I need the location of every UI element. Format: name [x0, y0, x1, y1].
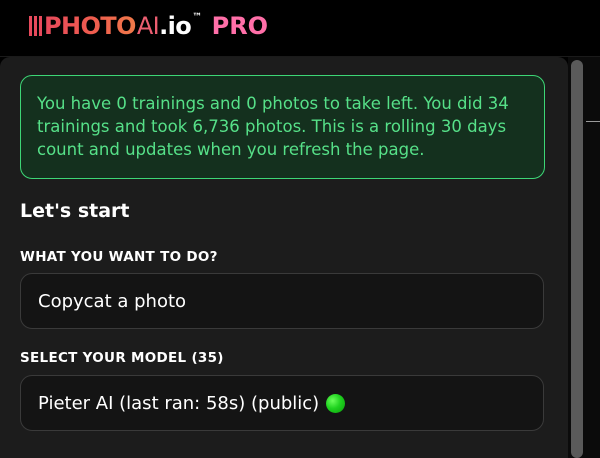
logo-domain-text: .io	[159, 12, 192, 40]
green-dot-icon	[326, 393, 346, 413]
model-select-value: Pieter AI (last ran: 58s) (public)	[38, 392, 320, 414]
logo-bars-icon	[29, 16, 42, 36]
logo-trademark: ™	[192, 11, 202, 23]
main-panel: You have 0 trainings and 0 photos to tak…	[0, 57, 568, 458]
logo-photo-text: PHOTO	[44, 12, 136, 40]
top-bar: PHOTO AI .io ™ PRO	[0, 0, 600, 57]
action-select[interactable]: Copycat a photo	[20, 273, 544, 329]
photoai-logo[interactable]: PHOTO AI .io ™ PRO	[29, 9, 268, 43]
action-label: WHAT YOU WANT TO DO?	[20, 249, 218, 265]
section-title: Let's start	[20, 200, 130, 222]
model-select[interactable]: Pieter AI (last ran: 58s) (public)	[20, 375, 544, 431]
scrollbar-thumb[interactable]	[571, 60, 583, 458]
model-label: SELECT YOUR MODEL (35)	[20, 350, 224, 366]
logo-ai-text: AI	[136, 12, 160, 40]
action-select-value: Copycat a photo	[38, 290, 187, 312]
pro-badge: PRO	[211, 12, 269, 40]
usage-notice: You have 0 trainings and 0 photos to tak…	[20, 75, 545, 179]
side-divider	[586, 121, 600, 122]
scrollbar[interactable]	[568, 57, 600, 458]
